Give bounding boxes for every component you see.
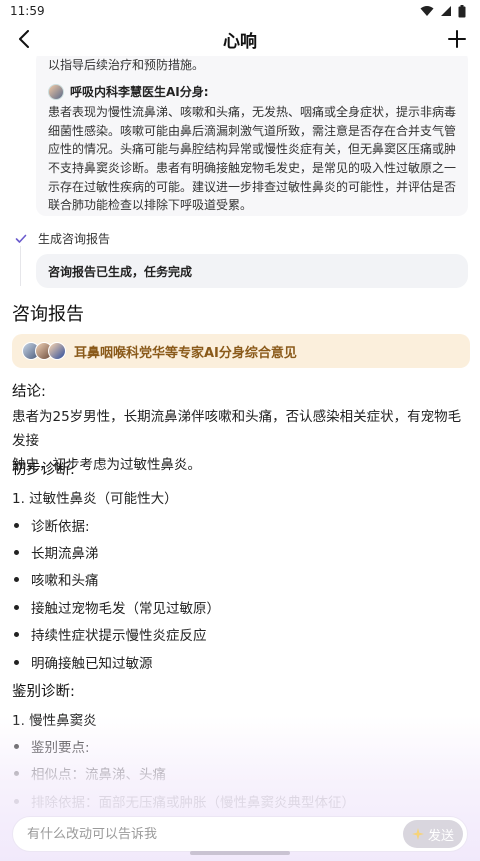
list-item: 长期流鼻涕 <box>12 542 99 562</box>
nav-bar: 心响 <box>0 22 480 56</box>
diagnosis-item: 1. 慢性鼻窦炎 <box>12 713 97 729</box>
opinion-line: 患者表现为慢性流鼻涕、咳嗽和头痛，无发热、咽痛或全身症状，提示非病毒性或 <box>48 105 456 120</box>
list-item: 持续性症状提示慢性炎症反应 <box>12 624 207 644</box>
list-item: 相似点：流鼻涕、头痛 <box>12 763 166 783</box>
opinion-line: 应性的情况。头痛可能与鼻腔结构异常或慢性炎症有关，但无鼻窦区压痛或肿胀， <box>48 142 456 157</box>
doctor-message-card: 以指导后续治疗和预防措施。 呼吸内科李慧医生AI分身: 患者表现为慢性流鼻涕、咳… <box>36 56 468 216</box>
step-result-card: 咨询报告已生成，任务完成 <box>36 254 468 288</box>
initial-diagnosis-heading: 初步诊断: <box>12 462 75 478</box>
list-item-text: 长期流鼻涕 <box>31 546 99 562</box>
report-title: 咨询报告 <box>12 304 84 325</box>
sparkle-icon <box>411 828 424 840</box>
differential-diagnosis-heading: 鉴别诊断: <box>12 684 75 700</box>
chat-content[interactable]: 以指导后续治疗和预防措施。 呼吸内科李慧医生AI分身: 患者表现为慢性流鼻涕、咳… <box>0 56 480 861</box>
bullet-dot <box>14 604 19 610</box>
message-top-line: 以指导后续治疗和预防措施。 <box>48 58 205 72</box>
battery-icon <box>458 4 466 17</box>
bullet-dot <box>14 522 19 528</box>
list-item-text: 接触过宠物毛发（常见过敏原） <box>31 601 220 617</box>
list-item-text: 排除依据：面部无压痛或肿胀（慢性鼻窦炎典型体征） <box>31 795 355 811</box>
list-item: 咳嗽和头痛 <box>12 569 99 589</box>
list-item: 排除依据：面部无压痛或肿胀（慢性鼻窦炎典型体征） <box>12 791 355 811</box>
status-time: 11:59 <box>10 4 45 18</box>
conclusion-line: 患者为25岁男性，长期流鼻涕伴咳嗽和头痛，否认感染相关症状，有宠物毛发接 <box>12 409 462 449</box>
step-generate-report[interactable]: 生成咨询报告 <box>14 230 110 247</box>
status-icons <box>420 4 466 18</box>
bullet-dot <box>14 631 19 637</box>
list-item-text: 相似点：流鼻涕、头痛 <box>31 767 166 783</box>
list-item: 鉴别要点: <box>12 736 90 756</box>
expert-avatars <box>22 342 66 360</box>
doctor-opinion: 患者表现为慢性流鼻涕、咳嗽和头痛，无发热、咽痛或全身症状，提示非病毒性或 细菌性… <box>48 103 456 215</box>
opinion-line: 示存在过敏性疾病的可能。建议进一步排查过敏性鼻炎的可能性，并评估是否需要 <box>48 179 456 194</box>
list-item: 接触过宠物毛发（常见过敏原） <box>12 597 220 617</box>
list-item-text: 咳嗽和头痛 <box>31 573 99 589</box>
conclusion-heading: 结论: <box>12 384 46 400</box>
list-item-text: 明确接触已知过敏源 <box>31 656 153 672</box>
doctor-name: 呼吸内科李慧医生AI分身: <box>70 84 209 99</box>
timeline-connector <box>20 246 21 286</box>
expert-banner-text: 耳鼻咽喉科党华等专家AI分身综合意见 <box>74 345 297 361</box>
list-item: 诊断依据: <box>12 515 90 535</box>
conclusion-line: 触史，初步考虑为过敏性鼻炎。 <box>12 457 201 473</box>
conclusion-text: 患者为25岁男性，长期流鼻涕伴咳嗽和头痛，否认感染相关症状，有宠物毛发接 触史，… <box>12 405 470 477</box>
check-icon <box>14 232 28 246</box>
home-indicator <box>190 851 290 855</box>
chevron-left-icon <box>19 30 29 48</box>
plus-icon <box>448 30 466 48</box>
doctor-header: 呼吸内科李慧医生AI分身: <box>48 83 456 102</box>
step-result-text: 咨询报告已生成，任务完成 <box>48 264 193 279</box>
status-bar: 11:59 <box>0 0 480 22</box>
step-label: 生成咨询报告 <box>38 232 111 246</box>
opinion-line: 细菌性感染。咳嗽可能由鼻后滴漏刺激气道所致，需注意是否存在合并支气管高反 <box>48 123 456 138</box>
bullet-dot <box>14 743 19 749</box>
new-chat-button[interactable] <box>444 25 470 53</box>
list-item-text: 鉴别要点: <box>31 740 90 756</box>
bullet-dot <box>14 659 19 665</box>
list-item-text: 持续性症状提示慢性炎症反应 <box>31 628 207 644</box>
expert-banner[interactable]: 耳鼻咽喉科党华等专家AI分身综合意见 <box>12 334 470 368</box>
message-input-bar: 发送 <box>12 816 468 852</box>
bullet-dot <box>14 770 19 776</box>
doctor-avatar <box>48 83 64 100</box>
wifi-icon <box>420 6 434 16</box>
opinion-line: 不支持鼻窦炎诊断。患者有明确接触宠物毛发史，是常见的吸入性过敏原之一，提 <box>48 160 456 175</box>
list-item: 明确接触已知过敏源 <box>12 652 153 672</box>
message-input[interactable] <box>27 826 387 842</box>
page-title: 心响 <box>223 31 257 52</box>
bullet-dot <box>14 798 19 804</box>
expert-avatar <box>48 342 66 360</box>
send-label: 发送 <box>427 828 454 844</box>
opinion-line: 联合肺功能检查以排除下呼吸道受累。 <box>48 198 253 213</box>
bullet-dot <box>14 549 19 555</box>
bullet-dot <box>14 576 19 582</box>
list-item-text: 诊断依据: <box>31 519 90 535</box>
signal-icon <box>441 6 451 16</box>
diagnosis-item: 1. 过敏性鼻炎（可能性大） <box>12 491 178 507</box>
back-button[interactable] <box>12 26 36 52</box>
send-button[interactable]: 发送 <box>403 820 463 848</box>
